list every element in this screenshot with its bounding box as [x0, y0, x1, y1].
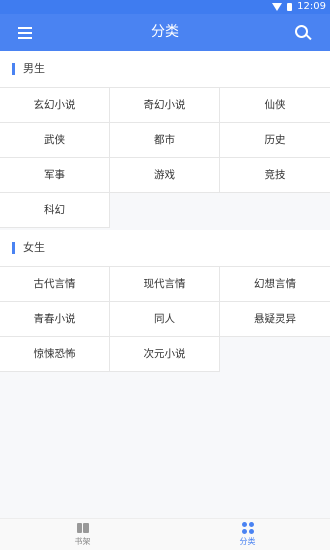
- section-title: 女生: [23, 241, 45, 254]
- page-title: 分类: [151, 24, 179, 40]
- section-header-female: 女生: [0, 230, 330, 266]
- category-item[interactable]: 悬疑灵异: [220, 302, 330, 337]
- category-item[interactable]: 惊悚恐怖: [0, 337, 110, 372]
- category-item[interactable]: 古代言情: [0, 267, 110, 302]
- book-icon: [76, 523, 89, 533]
- category-item[interactable]: 竞技: [220, 158, 330, 193]
- battery-icon: [287, 3, 293, 11]
- nav-label: 分类: [239, 537, 256, 546]
- category-item[interactable]: 仙侠: [220, 88, 330, 123]
- app-bar: 分类: [0, 14, 330, 51]
- nav-tab-category[interactable]: 分类: [165, 519, 330, 550]
- category-item[interactable]: 军事: [0, 158, 110, 193]
- status-time: 12:09: [297, 1, 326, 12]
- section-marker: [12, 242, 15, 254]
- category-item[interactable]: 玄幻小说: [0, 88, 110, 123]
- status-bar: 12:09: [0, 0, 330, 14]
- wifi-icon: [272, 3, 283, 11]
- category-grid-icon: [241, 522, 254, 534]
- category-item[interactable]: 次元小说: [110, 337, 220, 372]
- category-item[interactable]: 都市: [110, 123, 220, 158]
- nav-tab-bookshelf[interactable]: 书架: [0, 519, 165, 550]
- nav-label: 书架: [74, 537, 91, 546]
- category-item[interactable]: 同人: [110, 302, 220, 337]
- section-title: 男生: [23, 62, 45, 75]
- category-item[interactable]: 青春小说: [0, 302, 110, 337]
- section-header-male: 男生: [0, 51, 330, 87]
- section-marker: [12, 63, 15, 75]
- category-item[interactable]: 武侠: [0, 123, 110, 158]
- category-item[interactable]: 游戏: [110, 158, 220, 193]
- category-item[interactable]: 科幻: [0, 193, 110, 228]
- category-item[interactable]: 幻想言情: [220, 267, 330, 302]
- category-item[interactable]: 历史: [220, 123, 330, 158]
- category-grid-female: 古代言情 现代言情 幻想言情 青春小说 同人 悬疑灵异 惊悚恐怖 次元小说: [0, 266, 330, 372]
- category-grid-male: 玄幻小说 奇幻小说 仙侠 武侠 都市 历史 军事 游戏 竞技 科幻: [0, 87, 330, 228]
- status-icons: 12:09: [272, 0, 326, 14]
- category-item[interactable]: 现代言情: [110, 267, 220, 302]
- category-item[interactable]: 奇幻小说: [110, 88, 220, 123]
- bottom-nav: 书架 分类: [0, 518, 330, 550]
- search-icon[interactable]: [294, 24, 314, 44]
